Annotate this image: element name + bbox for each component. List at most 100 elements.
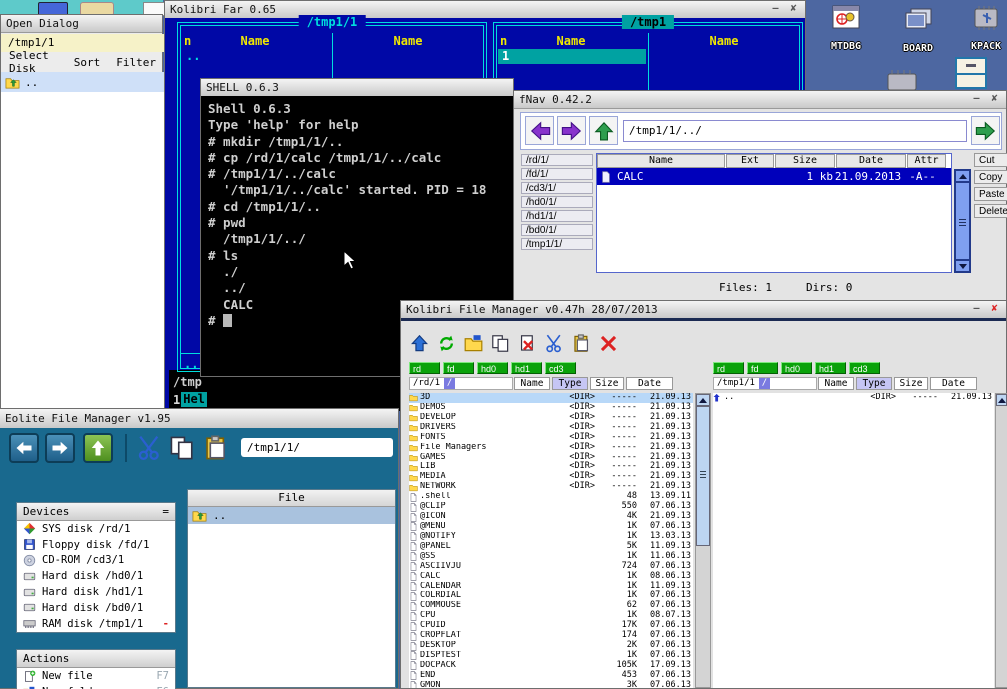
cancel-button[interactable]	[517, 333, 537, 353]
device-button-hd0[interactable]: hd0	[477, 362, 508, 374]
fnav-drive-hd01[interactable]: /hd0/1/	[521, 196, 593, 208]
paste-button[interactable]: Paste	[974, 187, 1007, 201]
list-item[interactable]: ..	[1, 72, 164, 92]
cut-button[interactable]	[544, 333, 564, 353]
fnav-drive-hd11[interactable]: /hd1/1/	[521, 210, 593, 222]
devices-header[interactable]: Devices =	[17, 503, 175, 521]
device-item[interactable]: Hard disk /bd0/1	[17, 600, 175, 616]
fnav-file-row[interactable]: CALC1 kb21.09.2013-A--	[597, 168, 951, 185]
fnav-drive-bd01[interactable]: /bd0/1/	[521, 224, 593, 236]
open-dialog-titlebar[interactable]: Open Dialog	[1, 15, 162, 33]
column-header-name[interactable]: Name	[597, 154, 725, 168]
file-column-header[interactable]: File	[188, 490, 395, 507]
device-button-hd0[interactable]: hd0	[781, 362, 812, 374]
go-button[interactable]	[971, 116, 1000, 145]
fnav-titlebar[interactable]: fNav 0.42.2 — ✘	[514, 91, 1006, 109]
device-button-cd3[interactable]: cd3	[545, 362, 576, 374]
eolite-path-field[interactable]: /tmp1/1/	[241, 438, 393, 457]
forward-button[interactable]	[557, 116, 586, 145]
column-header-name[interactable]: Name	[514, 377, 550, 390]
device-button-cd3[interactable]: cd3	[849, 362, 880, 374]
copy-icon[interactable]	[169, 435, 195, 461]
device-button-hd1[interactable]: hd1	[815, 362, 846, 374]
device-item[interactable]: CD-ROM /cd3/1	[17, 553, 175, 569]
column-header-name[interactable]: Name	[818, 377, 854, 390]
device-button-rd[interactable]: rd	[409, 362, 440, 374]
action-item-new-folder[interactable]: New folderF6	[17, 684, 175, 689]
fnav-drive-rd1[interactable]: /rd/1/	[521, 154, 593, 166]
device-button-fd[interactable]: fd	[747, 362, 778, 374]
scroll-down-icon[interactable]	[955, 260, 970, 272]
fnav-scrollbar[interactable]	[954, 169, 971, 273]
devices-menu-icon[interactable]: =	[162, 505, 169, 518]
copy-button[interactable]: Copy	[974, 170, 1007, 184]
new-folder-button[interactable]	[463, 333, 483, 353]
up-button[interactable]	[83, 433, 113, 463]
column-header-size[interactable]: Size	[590, 377, 624, 390]
eject-icon[interactable]: -	[163, 618, 169, 630]
paste-button[interactable]	[571, 333, 591, 353]
action-item-new-file[interactable]: New fileF7	[17, 668, 175, 684]
column-header-date[interactable]: Date	[930, 377, 977, 390]
kfm-left-file-list[interactable]: 3D<DIR>-----21.09.13DEMOS<DIR>-----21.09…	[409, 393, 693, 688]
eolite-titlebar[interactable]: Eolite File Manager v1.95	[0, 409, 398, 429]
kfm-close-button[interactable]: ✘	[988, 304, 1001, 315]
back-button[interactable]	[9, 433, 39, 463]
desktop-icon-kpack[interactable]: KPACK	[958, 4, 1007, 52]
desktop-icon-board[interactable]: BOARD	[890, 6, 946, 54]
column-header-date[interactable]: Date	[836, 154, 906, 168]
column-header-date[interactable]: Date	[626, 377, 673, 390]
fnav-drive-fd1[interactable]: /fd/1/	[521, 168, 593, 180]
kfm-file-row[interactable]: ..<DIR>-----21.09.13	[713, 393, 994, 403]
desktop-icon-mtdbg[interactable]: MTDBG	[818, 4, 874, 52]
cut-button[interactable]: Cut	[974, 153, 1007, 167]
delete-button[interactable]	[598, 333, 618, 353]
slash-button[interactable]: /	[444, 378, 455, 389]
fnav-path-field[interactable]: /tmp1/1/../	[623, 120, 967, 142]
fnav-drive-tmp11[interactable]: /tmp1/1/	[521, 238, 593, 250]
device-button-rd[interactable]: rd	[713, 362, 744, 374]
kfm-titlebar[interactable]: Kolibri File Manager v0.47h 28/07/2013 —…	[401, 301, 1006, 319]
forward-button[interactable]	[45, 433, 75, 463]
scroll-up-icon[interactable]	[696, 394, 710, 406]
device-item[interactable]: SYS disk /rd/1	[17, 521, 175, 537]
cabinet-icon[interactable]	[952, 56, 990, 90]
kfm-file-row[interactable]: GMON3K07.06.13	[409, 681, 693, 688]
far-titlebar[interactable]: Kolibri Far 0.65 — ✘	[165, 1, 805, 19]
fnav-drive-cd31[interactable]: /cd3/1/	[521, 182, 593, 194]
far-minimize-button[interactable]: —	[769, 4, 782, 15]
column-header-type[interactable]: Type	[856, 377, 892, 390]
kfm-left-scrollbar[interactable]	[695, 393, 711, 688]
column-header-type[interactable]: Type	[552, 377, 588, 390]
kfm-right-file-list[interactable]: ..<DIR>-----21.09.13	[713, 393, 994, 688]
device-button-hd1[interactable]: hd1	[511, 362, 542, 374]
delete-button[interactable]: Delete	[974, 204, 1007, 218]
slash-button[interactable]: /	[759, 378, 770, 389]
shell-titlebar[interactable]: SHELL 0.6.3	[201, 79, 513, 97]
up-button[interactable]	[589, 116, 618, 145]
device-item[interactable]: Floppy disk /fd/1	[17, 537, 175, 553]
kfm-left-path[interactable]: /rd/1/	[409, 377, 513, 390]
far-panel-item[interactable]: 1	[498, 49, 646, 64]
open-dialog-menu-filter[interactable]: Filter	[116, 56, 156, 69]
far-close-button[interactable]: ✘	[787, 4, 800, 15]
column-header-size[interactable]: Size	[894, 377, 928, 390]
device-item[interactable]: Hard disk /hd1/1	[17, 584, 175, 600]
cut-icon[interactable]	[137, 435, 163, 461]
far-panel-item[interactable]: ..	[186, 49, 200, 63]
device-item[interactable]: Hard disk /hd0/1	[17, 568, 175, 584]
scroll-up-icon[interactable]	[955, 170, 970, 182]
far-keybar-button[interactable]: Hel	[181, 392, 207, 407]
refresh-button[interactable]	[436, 333, 456, 353]
kfm-minimize-button[interactable]: —	[970, 304, 983, 315]
copy-button[interactable]	[490, 333, 510, 353]
column-header-ext[interactable]: Ext	[726, 154, 774, 168]
scroll-up-icon[interactable]	[996, 394, 1007, 406]
back-button[interactable]	[525, 116, 554, 145]
fnav-close-button[interactable]: ✘	[988, 94, 1001, 105]
up-button[interactable]	[409, 333, 429, 353]
kfm-right-scrollbar[interactable]	[995, 393, 1007, 688]
fnav-minimize-button[interactable]: —	[970, 94, 983, 105]
device-item[interactable]: RAM disk /tmp1/1-	[17, 616, 175, 632]
column-header-attr[interactable]: Attr	[907, 154, 946, 168]
